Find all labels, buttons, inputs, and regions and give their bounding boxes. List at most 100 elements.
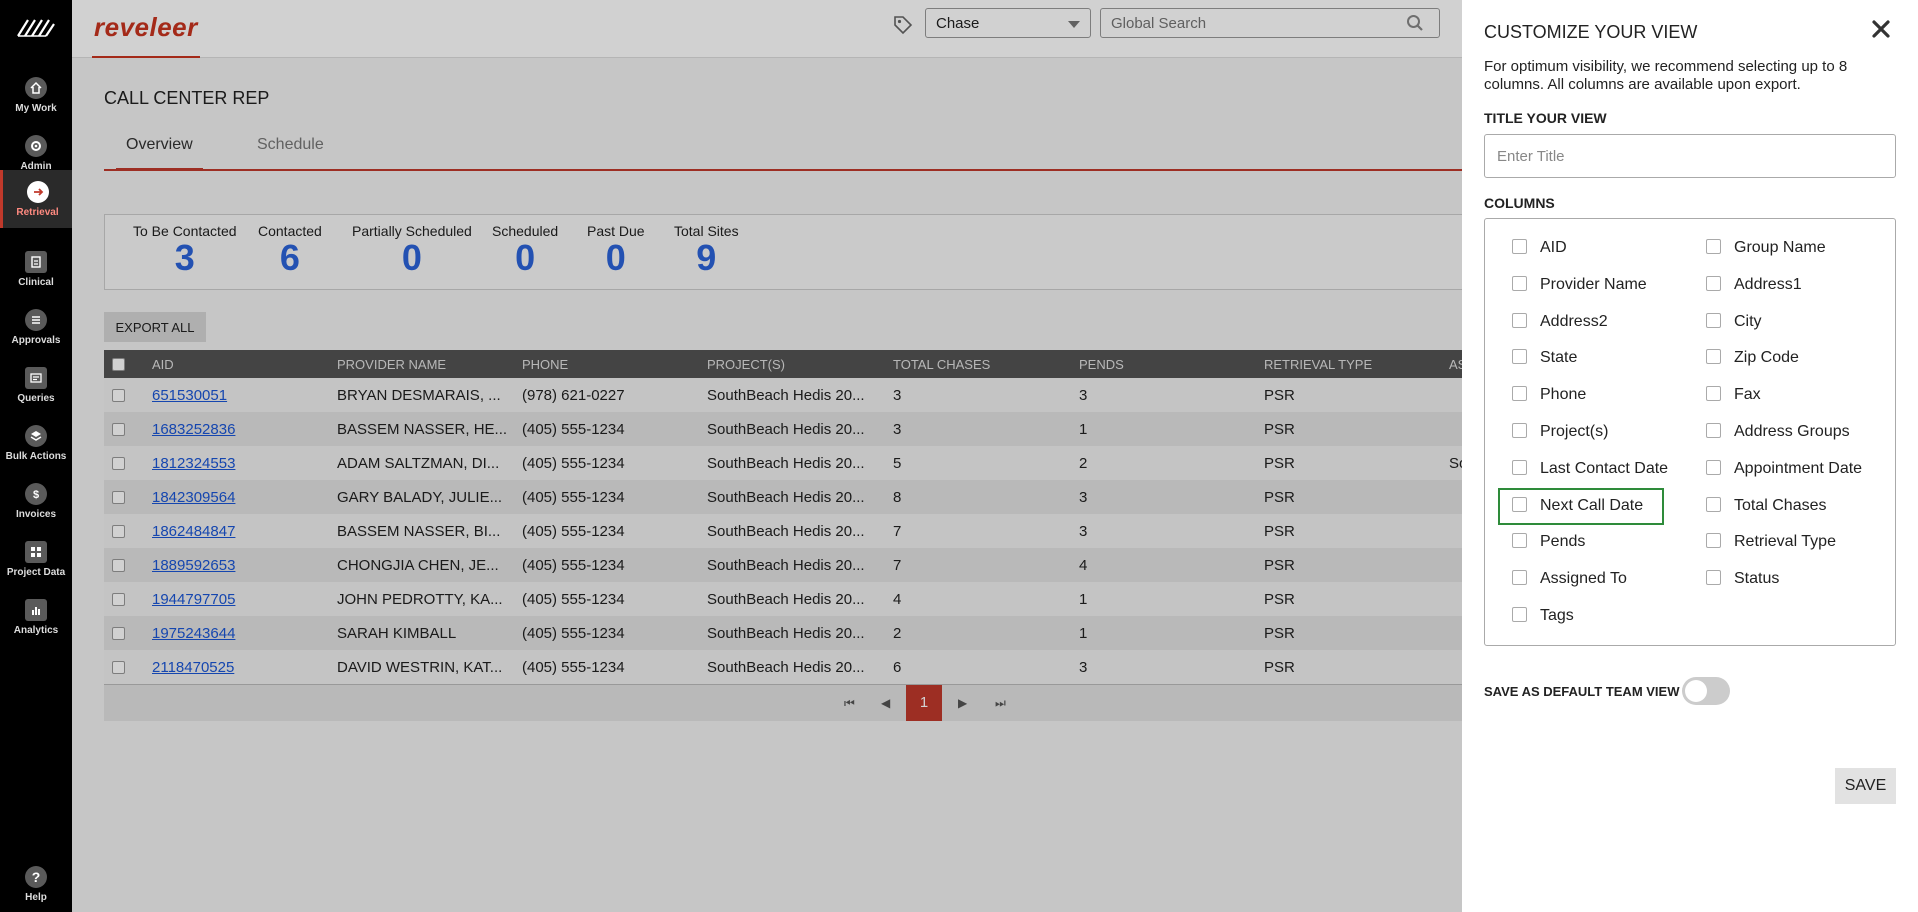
nav-label: Clinical: [18, 276, 54, 288]
stat-partially-scheduled[interactable]: Partially Scheduled 0: [352, 223, 472, 277]
nav-queries[interactable]: Queries: [0, 356, 72, 414]
current-page-button[interactable]: 1: [906, 685, 942, 721]
column-checkbox[interactable]: [1512, 312, 1527, 328]
aid-link[interactable]: 1975243644: [152, 625, 235, 642]
column-checkbox[interactable]: [1512, 423, 1527, 438]
nav-my-work[interactable]: My Work: [0, 66, 72, 124]
aid-link[interactable]: 651530051: [152, 387, 227, 404]
column-checkbox[interactable]: [1706, 496, 1721, 512]
search-icon[interactable]: [1406, 14, 1424, 32]
aid-link[interactable]: 1862484847: [152, 523, 235, 540]
table-row[interactable]: 1889592653 CHONGJIA CHEN, JE... (405) 555-…: [104, 548, 1462, 582]
column-checkbox[interactable]: [1706, 349, 1721, 365]
entity-type-select[interactable]: Chase: [925, 8, 1091, 38]
close-icon[interactable]: [1868, 16, 1894, 42]
column-checkbox[interactable]: [1512, 570, 1527, 586]
aid-link[interactable]: 1842309564: [152, 489, 235, 506]
column-checkbox[interactable]: [1512, 533, 1527, 549]
table-cell: (405) 555-1234: [522, 455, 625, 472]
tab-schedule[interactable]: Schedule: [257, 137, 324, 169]
column-checkbox[interactable]: [1706, 275, 1721, 291]
brand-logo[interactable]: reveleer: [94, 12, 198, 43]
app-logo[interactable]: [0, 0, 72, 56]
tag-icon[interactable]: [892, 14, 914, 36]
row-checkbox[interactable]: [112, 627, 125, 640]
column-option-label: Assigned To: [1540, 570, 1627, 588]
column-header[interactable]: PENDS: [1079, 357, 1124, 372]
column-checkbox[interactable]: [1512, 459, 1527, 475]
aid-link[interactable]: 1944797705: [152, 591, 235, 608]
aid-link[interactable]: 2118470525: [152, 659, 234, 676]
tab-overview[interactable]: Overview: [116, 137, 203, 171]
column-header[interactable]: AID: [152, 357, 174, 372]
table-row[interactable]: 1975243644 SARAH KIMBALL (405) 555-1234 Sou…: [104, 616, 1462, 650]
last-page-icon[interactable]: ⏭: [995, 696, 1006, 711]
nav-label: Invoices: [15, 508, 57, 520]
nav-invoices[interactable]: $ Invoices: [0, 472, 72, 530]
column-checkbox[interactable]: [1706, 386, 1721, 402]
column-option-label: Provider Name: [1540, 275, 1647, 293]
export-all-button[interactable]: EXPORT ALL: [104, 312, 206, 342]
row-checkbox[interactable]: [112, 457, 125, 470]
stat-past-due[interactable]: Past Due 0: [587, 223, 645, 277]
table-row[interactable]: 1683252836 BASSEM NASSER, HE... (405) 555-…: [104, 412, 1462, 446]
nav-help[interactable]: ? Help: [0, 860, 72, 908]
grid-icon: [25, 540, 47, 563]
row-checkbox[interactable]: [112, 593, 125, 606]
row-checkbox[interactable]: [112, 559, 125, 572]
column-checkbox[interactable]: [1706, 570, 1721, 586]
nav-analytics[interactable]: Analytics: [0, 588, 72, 646]
nav-project-data[interactable]: Project Data: [0, 530, 72, 588]
table-row[interactable]: 1862484847 BASSEM NASSER, BI... (405) 555-…: [104, 514, 1462, 548]
column-checkbox[interactable]: [1512, 275, 1527, 291]
select-all-checkbox[interactable]: [112, 358, 125, 371]
aid-link[interactable]: 1889592653: [152, 557, 235, 574]
first-page-icon[interactable]: ⏮: [844, 696, 855, 711]
column-checkbox[interactable]: [1706, 423, 1721, 438]
table-cell: 7: [893, 523, 902, 540]
column-checkbox[interactable]: [1512, 349, 1527, 365]
stat-contacted[interactable]: Contacted 6: [258, 223, 322, 277]
table-row[interactable]: 1812324553 ADAM SALTZMAN, DI... (405) 555-…: [104, 446, 1462, 480]
column-header[interactable]: TOTAL CHASES: [893, 357, 990, 372]
row-checkbox[interactable]: [112, 423, 125, 436]
prev-page-icon[interactable]: ◀: [881, 696, 890, 710]
row-checkbox[interactable]: [112, 389, 125, 402]
nav-approvals[interactable]: Approvals: [0, 298, 72, 356]
table-row[interactable]: 1842309564 GARY BALADY, JULIE... (405) 555…: [104, 480, 1462, 514]
next-page-icon[interactable]: ▶: [958, 696, 967, 710]
column-header[interactable]: PROJECT(S): [707, 357, 785, 372]
column-checkbox[interactable]: [1706, 459, 1721, 475]
row-checkbox[interactable]: [112, 491, 125, 504]
column-header[interactable]: AS: [1449, 357, 1462, 372]
table-cell: SouthBeach Hedis 20...: [707, 659, 865, 676]
save-button[interactable]: SAVE: [1835, 768, 1896, 804]
column-checkbox[interactable]: [1512, 239, 1527, 254]
column-checkbox[interactable]: [1706, 312, 1721, 328]
table-cell: BASSEM NASSER, HE...: [337, 421, 508, 438]
stat-to-be-contacted[interactable]: To Be Contacted 3: [133, 223, 237, 277]
row-checkbox[interactable]: [112, 661, 125, 674]
nav-clinical[interactable]: Clinical: [0, 240, 72, 298]
nav-retrieval[interactable]: Retrieval: [0, 170, 72, 228]
nav-bulk-actions[interactable]: Bulk Actions: [0, 414, 72, 472]
column-header[interactable]: RETRIEVAL TYPE: [1264, 357, 1372, 372]
row-checkbox[interactable]: [112, 525, 125, 538]
table-row[interactable]: 651530051 BRYAN DESMARAIS, ... (978) 621-0…: [104, 378, 1462, 412]
table-row[interactable]: 2118470525 DAVID WESTRIN, KAT... (405) 555…: [104, 650, 1462, 684]
global-search-input[interactable]: [1100, 8, 1440, 38]
stat-scheduled[interactable]: Scheduled 0: [492, 223, 558, 277]
stat-total-sites[interactable]: Total Sites 9: [674, 223, 739, 277]
column-header[interactable]: PROVIDER NAME: [337, 357, 446, 372]
column-checkbox[interactable]: [1706, 239, 1721, 254]
column-checkbox[interactable]: [1706, 533, 1721, 549]
column-checkbox[interactable]: [1512, 607, 1527, 622]
aid-link[interactable]: 1683252836: [152, 421, 235, 438]
view-title-input[interactable]: [1484, 134, 1896, 178]
default-view-toggle[interactable]: [1682, 677, 1730, 705]
table-row[interactable]: 1944797705 JOHN PEDROTTY, KA... (405) 555-…: [104, 582, 1462, 616]
column-header[interactable]: PHONE: [522, 357, 568, 372]
aid-link[interactable]: 1812324553: [152, 455, 235, 472]
column-checkbox[interactable]: [1512, 496, 1527, 512]
column-checkbox[interactable]: [1512, 386, 1527, 402]
